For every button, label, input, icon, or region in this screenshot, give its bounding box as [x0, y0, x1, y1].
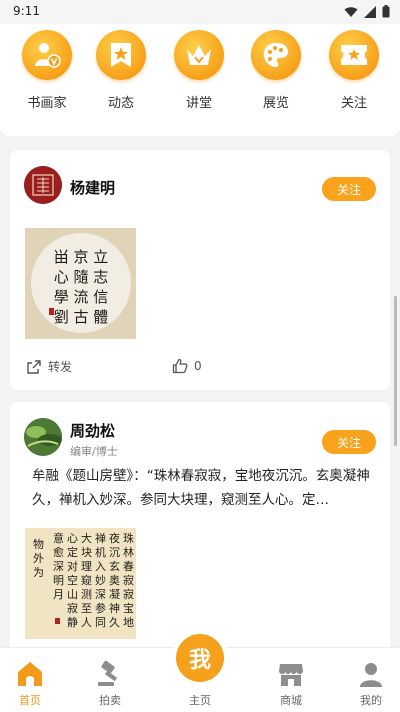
- profile-icon: [360, 663, 382, 687]
- category-label: 展览: [262, 96, 289, 111]
- artwork-image[interactable]: 珠林春寂寂宝地 夜沉玄奥凝神久 禅机入妙深参同 大块理窥测至人 心定对空山寂静 …: [25, 528, 136, 639]
- thumbs-up-icon: [172, 358, 188, 374]
- tab-label: 我的: [360, 694, 382, 707]
- avatar[interactable]: [24, 166, 62, 204]
- svg-text:外: 外: [33, 552, 44, 565]
- post-text[interactable]: 牟融《题山房壁》：“珠林春寂寂，宝地夜沉沉。玄奥凝神久，禅机入妙深。参同大块理，…: [32, 464, 374, 512]
- follow-button[interactable]: 关注: [322, 177, 376, 201]
- svg-text:寂: 寂: [123, 573, 134, 587]
- svg-text:沉: 沉: [109, 546, 120, 559]
- tab-label: 商城: [280, 694, 302, 707]
- svg-text:块: 块: [81, 546, 92, 559]
- category-artists[interactable]: 书画家: [17, 30, 77, 111]
- tab-label: 主页: [189, 694, 211, 707]
- svg-text:理: 理: [81, 560, 92, 573]
- status-time: 9:11: [13, 4, 40, 18]
- svg-text:寂: 寂: [67, 601, 78, 615]
- share-label: 转发: [48, 360, 73, 374]
- category-dynamics[interactable]: 动态: [91, 30, 151, 111]
- category-label: 关注: [340, 96, 367, 111]
- svg-text:同: 同: [95, 616, 106, 629]
- svg-text:人: 人: [81, 616, 92, 629]
- home-icon: [18, 662, 42, 686]
- svg-text:學 流 信: 學 流 信: [54, 288, 109, 306]
- svg-text:意: 意: [53, 531, 64, 545]
- status-bar: 9:11: [0, 0, 400, 24]
- system-icons: [344, 5, 390, 18]
- artwork-image[interactable]: 畄 京 立 心 隨 志 學 流 信 劉 古 體: [25, 228, 136, 339]
- author-name[interactable]: 杨建明: [70, 177, 115, 198]
- svg-text:玄: 玄: [109, 559, 120, 573]
- svg-text:宝: 宝: [123, 601, 134, 615]
- tab-label: 拍卖: [99, 694, 121, 707]
- scrollbar[interactable]: [394, 296, 397, 446]
- category-lectures[interactable]: 讲堂: [169, 30, 229, 111]
- svg-text:珠: 珠: [123, 531, 134, 545]
- svg-text:心: 心: [67, 532, 78, 545]
- like-count: 0: [194, 359, 202, 373]
- svg-text:凝: 凝: [109, 587, 120, 601]
- svg-text:为: 为: [33, 566, 44, 579]
- shop-icon: [279, 664, 303, 686]
- category-follow[interactable]: 关注: [324, 30, 384, 111]
- svg-text:劉 古 體: 劉 古 體: [54, 308, 109, 326]
- post-card[interactable]: 周劲松 编审/博士 关注 牟融《题山房壁》：“珠林春寂寂，宝地夜沉沉。玄奥凝神久…: [10, 402, 390, 662]
- svg-text:窥: 窥: [81, 573, 92, 587]
- svg-text:心 隨 志: 心 隨 志: [54, 268, 109, 286]
- svg-text:深: 深: [95, 588, 106, 601]
- svg-text:久: 久: [109, 616, 120, 629]
- svg-text:参: 参: [95, 601, 106, 615]
- tab-label: 首页: [19, 694, 41, 707]
- share-button[interactable]: 转发: [26, 358, 72, 375]
- svg-text:林: 林: [123, 545, 134, 559]
- follow-button[interactable]: 关注: [322, 430, 376, 454]
- svg-text:明: 明: [53, 574, 64, 587]
- svg-text:奥: 奥: [109, 573, 120, 587]
- author-title: 编审/博士: [70, 445, 118, 458]
- auction-hammer-icon: [98, 660, 118, 686]
- palette-icon: [251, 30, 301, 80]
- category-label: 动态: [107, 96, 134, 111]
- svg-text:神: 神: [109, 601, 120, 615]
- svg-text:山: 山: [67, 588, 78, 601]
- svg-text:空: 空: [67, 573, 78, 587]
- wifi-icon: [344, 6, 358, 17]
- svg-text:禅: 禅: [95, 531, 106, 545]
- svg-text:物: 物: [33, 537, 44, 551]
- svg-text:春: 春: [123, 560, 134, 573]
- artist-badge-icon: [22, 30, 72, 80]
- star-bookmark-icon: [96, 30, 146, 80]
- svg-text:地: 地: [123, 616, 134, 629]
- svg-text:对: 对: [67, 559, 78, 573]
- share-icon: [27, 359, 41, 374]
- svg-text:定: 定: [67, 545, 78, 559]
- svg-text:测: 测: [81, 588, 92, 601]
- svg-text:深: 深: [53, 560, 64, 573]
- svg-text:愈: 愈: [53, 545, 64, 559]
- me-icon[interactable]: 我: [176, 634, 224, 682]
- svg-text:机: 机: [95, 545, 106, 559]
- svg-text:至: 至: [81, 602, 92, 615]
- svg-text:月: 月: [53, 588, 64, 601]
- author-name[interactable]: 周劲松: [70, 420, 115, 441]
- battery-icon: [382, 5, 390, 18]
- center-button-label: 我: [188, 648, 211, 673]
- svg-text:大: 大: [81, 531, 92, 545]
- like-button[interactable]: 0: [172, 358, 202, 374]
- category-exhibitions[interactable]: 展览: [246, 30, 306, 111]
- crown-icon: [174, 30, 224, 80]
- post-card[interactable]: 杨建明 关注 畄 京 立 心 隨 志 學 流 信 劉 古 體 转发 0: [10, 150, 390, 390]
- category-label: 书画家: [27, 96, 67, 111]
- svg-text:寂: 寂: [123, 587, 134, 601]
- svg-text:静: 静: [67, 615, 78, 629]
- signal-icon: [364, 5, 376, 18]
- svg-text:夜: 夜: [109, 531, 120, 545]
- star-ticket-icon: [329, 30, 379, 80]
- svg-text:入: 入: [95, 560, 106, 573]
- category-label: 讲堂: [185, 96, 212, 111]
- svg-text:畄 京 立: 畄 京 立: [54, 248, 109, 266]
- avatar[interactable]: [24, 418, 62, 456]
- svg-text:妙: 妙: [95, 573, 106, 587]
- category-card: 书画家 动态 讲堂 展览 关注: [0, 24, 400, 136]
